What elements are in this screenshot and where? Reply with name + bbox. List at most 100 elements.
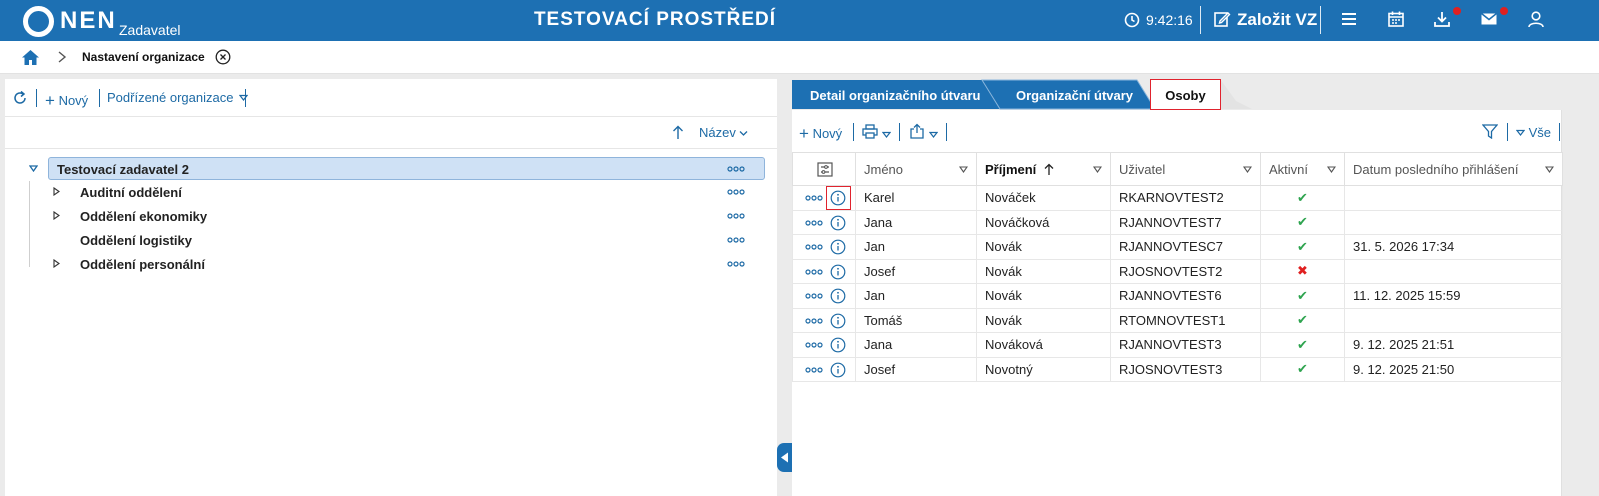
view-all-label: Vše (1528, 125, 1552, 140)
table-header-row: Jméno Příjmení Uživatel Aktivní Datum po… (792, 152, 1563, 186)
more-actions-icon[interactable] (805, 293, 823, 299)
table-row[interactable]: Jan Novák RJANNOVTESC7 ✔ 31. 5. 2026 17:34 (792, 234, 1563, 260)
table-row[interactable]: Jana Nováčková RJANNOVTEST7 ✔ (792, 209, 1563, 235)
collapse-left-icon (781, 452, 788, 463)
print-dropdown[interactable] (862, 124, 891, 142)
info-icon[interactable] (830, 215, 846, 231)
row-actions-cell (792, 209, 856, 235)
tab-persons[interactable]: Osoby (1150, 79, 1221, 110)
row-actions-cell (792, 307, 856, 333)
divider (853, 123, 854, 141)
panel-splitter-toggle[interactable] (777, 443, 792, 472)
info-icon[interactable] (830, 239, 846, 255)
more-actions-icon[interactable] (727, 237, 745, 243)
info-icon[interactable] (830, 264, 846, 280)
more-actions-icon[interactable] (805, 195, 823, 201)
column-filter-icon[interactable] (1545, 166, 1554, 173)
more-actions-icon[interactable] (805, 366, 823, 373)
info-icon[interactable] (830, 362, 846, 378)
persons-panel: + Nový Vše Jméno Příjmení Uživatel Aktiv… (792, 110, 1563, 496)
column-header-aktivni[interactable]: Aktivní (1260, 152, 1345, 186)
info-icon[interactable] (830, 288, 846, 304)
cell-datum (1344, 307, 1563, 333)
new-person-button[interactable]: + Nový (799, 123, 842, 143)
persons-table-body: Karel Nováček RKARNOVTEST2 ✔ Jana Nováčková RJ… (792, 185, 1563, 382)
cell-jmeno: Jana (855, 209, 977, 235)
sub-org-dropdown[interactable]: Podřízené organizace (107, 90, 249, 105)
table-row[interactable]: Jan Novák RJANNOVTEST6 ✔ 11. 12. 2025 15:59 (792, 283, 1563, 309)
cell-prijmeni: Novotný (976, 356, 1111, 382)
more-actions-icon[interactable] (805, 268, 823, 275)
chevron-down-icon (1515, 129, 1526, 136)
sort-ascending-icon[interactable] (672, 125, 684, 140)
cell-uzivatel: RJANNOVTEST6 (1110, 283, 1261, 309)
cell-datum: 9. 12. 2025 21:51 (1344, 332, 1563, 358)
cell-aktivni: ✔ (1260, 234, 1345, 260)
highlight-box (826, 186, 851, 210)
expand-toggle-icon[interactable] (53, 187, 60, 196)
tree-node-personnel[interactable]: Oddělení personální (48, 253, 765, 275)
sort-field-dropdown[interactable]: Název (699, 125, 748, 140)
column-header-jmeno[interactable]: Jméno (855, 152, 977, 186)
column-header-datum[interactable]: Datum posledního přihlášení (1344, 152, 1563, 186)
column-filter-icon[interactable] (1327, 166, 1336, 173)
download-icon[interactable] (1433, 10, 1451, 28)
menu-icon[interactable] (1340, 10, 1358, 28)
tab-detail[interactable]: Detail organizačního útvaru (810, 80, 980, 109)
tab-units[interactable]: Organizační útvary (1016, 80, 1133, 109)
cell-jmeno: Jana (855, 332, 977, 358)
divider (1507, 123, 1508, 141)
table-row[interactable]: Josef Novák RJOSNOVTEST2 ✖ (792, 258, 1563, 284)
filter-icon[interactable] (1482, 124, 1498, 139)
view-all-dropdown[interactable]: Vše (1515, 125, 1552, 140)
organization-tree-panel: + Nový Podřízené organizace Název Testov… (5, 79, 777, 496)
more-actions-icon[interactable] (805, 317, 823, 324)
more-actions-icon[interactable] (727, 189, 745, 195)
tree-node-logistics[interactable]: Oddělení logistiky (48, 229, 765, 251)
new-org-button[interactable]: + Nový (45, 90, 88, 110)
export-dropdown[interactable] (909, 123, 938, 142)
more-actions-icon[interactable] (805, 342, 823, 348)
cell-aktivni: ✔ (1260, 185, 1345, 211)
more-actions-icon[interactable] (727, 166, 745, 172)
breadcrumb: Nastavení organizace (0, 41, 1599, 74)
export-icon (910, 123, 924, 139)
user-icon[interactable] (1527, 10, 1545, 28)
info-icon[interactable] (830, 313, 846, 329)
more-actions-icon[interactable] (727, 213, 745, 219)
more-actions-icon[interactable] (727, 261, 745, 267)
tree-node-root[interactable]: Testovací zadavatel 2 (48, 157, 765, 180)
cell-datum (1344, 185, 1563, 211)
table-row[interactable]: Jana Nováková RJANNOVTEST3 ✔ 9. 12. 2025 21:… (792, 332, 1563, 358)
expand-toggle-icon[interactable] (53, 259, 60, 268)
cell-datum: 9. 12. 2025 21:50 (1344, 356, 1563, 382)
close-icon[interactable] (215, 49, 231, 65)
expand-toggle-icon[interactable] (53, 211, 60, 220)
cell-prijmeni: Novák (976, 234, 1111, 260)
column-header-prijmeni[interactable]: Příjmení (976, 152, 1111, 186)
table-row[interactable]: Karel Nováček RKARNOVTEST2 ✔ (792, 185, 1563, 211)
row-actions-cell (792, 332, 856, 358)
info-icon[interactable] (830, 337, 846, 353)
mail-badge (1500, 7, 1508, 15)
refresh-icon[interactable] (12, 90, 28, 106)
tree-node-economics[interactable]: Oddělení ekonomiky (48, 205, 765, 227)
calendar-icon[interactable] (1387, 10, 1405, 28)
column-settings-header[interactable] (792, 152, 856, 186)
tree-node-audit[interactable]: Auditní oddělení (48, 181, 765, 203)
column-header-uzivatel[interactable]: Uživatel (1110, 152, 1261, 186)
collapse-toggle-icon[interactable] (29, 165, 38, 172)
divider (36, 89, 37, 107)
home-icon[interactable] (21, 49, 40, 66)
column-filter-icon[interactable] (959, 166, 968, 173)
column-filter-icon[interactable] (1093, 166, 1102, 173)
cell-jmeno: Jan (855, 283, 977, 309)
mail-icon[interactable] (1480, 10, 1498, 28)
more-actions-icon[interactable] (805, 219, 823, 226)
cell-uzivatel: RTOMNOVTEST1 (1110, 307, 1261, 333)
table-row[interactable]: Josef Novotný RJOSNOVTEST3 ✔ 9. 12. 2025 21:… (792, 356, 1563, 382)
more-actions-icon[interactable] (805, 244, 823, 250)
column-filter-icon[interactable] (1243, 166, 1252, 173)
table-row[interactable]: Tomáš Novák RTOMNOVTEST1 ✔ (792, 307, 1563, 333)
cell-uzivatel: RKARNOVTEST2 (1110, 185, 1261, 211)
